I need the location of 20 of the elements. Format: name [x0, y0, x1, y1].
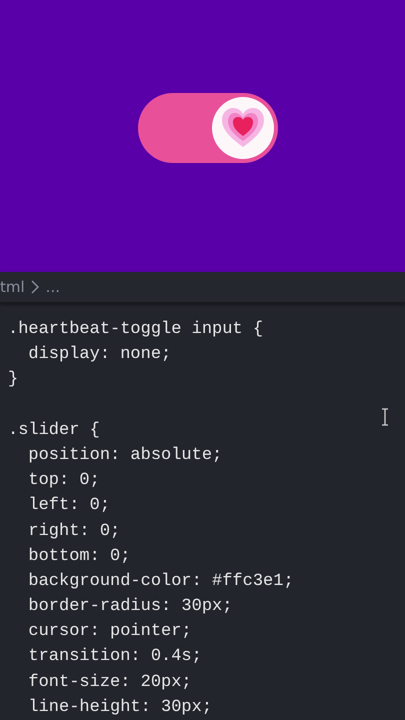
code-line: } [8, 370, 18, 390]
heart-icon [220, 107, 264, 149]
code-line: cursor: pointer; [27, 622, 192, 642]
code-line: line-height: 30px; [27, 698, 212, 717]
code-line: left: 0; [27, 496, 110, 516]
code-line: display: none; [27, 345, 172, 364]
code-line: transition: 0.4s; [27, 647, 202, 666]
code-line: border-radius: 30px; [27, 597, 232, 616]
breadcrumb-item[interactable]: tml [0, 278, 25, 296]
text-cursor-icon [380, 408, 390, 426]
chevron-icon [30, 280, 40, 294]
breadcrumb-more[interactable]: ... [46, 278, 60, 296]
code-line: .slider { [8, 420, 100, 440]
code-line: background-color: #ffc3e1; [27, 572, 294, 591]
code-line: font-size: 20px; [27, 672, 192, 692]
code-line: top: 0; [27, 471, 100, 490]
code-line: position: absolute; [27, 446, 222, 465]
code-line: .heartbeat-toggle input { [8, 320, 264, 339]
code-line: right: 0; [27, 522, 120, 540]
code-line: bottom: 0; [27, 546, 130, 566]
